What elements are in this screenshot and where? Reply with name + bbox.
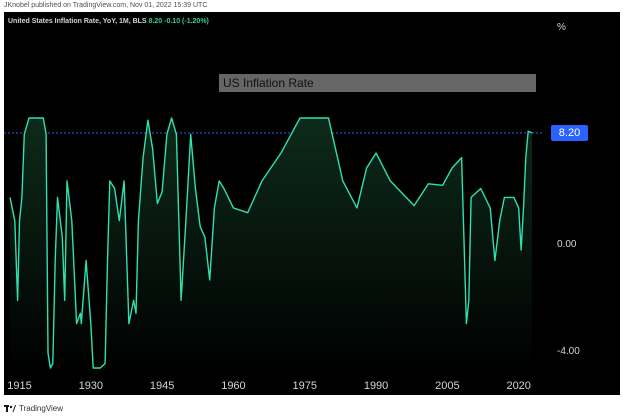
chart-title-box[interactable]: US Inflation Rate bbox=[219, 74, 536, 92]
x-tick-label: 1915 bbox=[7, 380, 32, 392]
chart-plot[interactable] bbox=[4, 12, 620, 395]
symbol-value: 8.20 bbox=[148, 18, 163, 25]
y-tick-zero: 0.00 bbox=[557, 239, 577, 250]
symbol-name: United States Inflation Rate, YoY, 1M, B… bbox=[8, 18, 147, 25]
y-tick-minus-four: -4.00 bbox=[557, 346, 580, 357]
tradingview-logo-icon bbox=[4, 405, 16, 413]
x-tick-label: 1960 bbox=[221, 380, 246, 392]
last-value-badge: 8.20 bbox=[551, 125, 588, 141]
x-tick-label: 2005 bbox=[435, 380, 460, 392]
x-tick-label: 1930 bbox=[78, 380, 104, 392]
x-tick-label: 1990 bbox=[363, 380, 389, 392]
chart-panel[interactable]: United States Inflation Rate, YoY, 1M, B… bbox=[4, 12, 620, 395]
symbol-change: -0.10 (-1.20%) bbox=[164, 18, 209, 25]
x-tick-label: 1975 bbox=[292, 380, 317, 392]
footer: TradingView bbox=[4, 404, 63, 413]
x-tick-label: 1945 bbox=[149, 380, 175, 392]
publish-caption: JKnobel published on TradingView.com, No… bbox=[4, 2, 208, 9]
symbol-legend[interactable]: United States Inflation Rate, YoY, 1M, B… bbox=[8, 18, 209, 25]
y-axis-unit: % bbox=[557, 22, 566, 33]
footer-brand: TradingView bbox=[19, 404, 64, 413]
x-tick-label: 2020 bbox=[506, 380, 531, 392]
inflation-area-fill bbox=[10, 118, 532, 372]
